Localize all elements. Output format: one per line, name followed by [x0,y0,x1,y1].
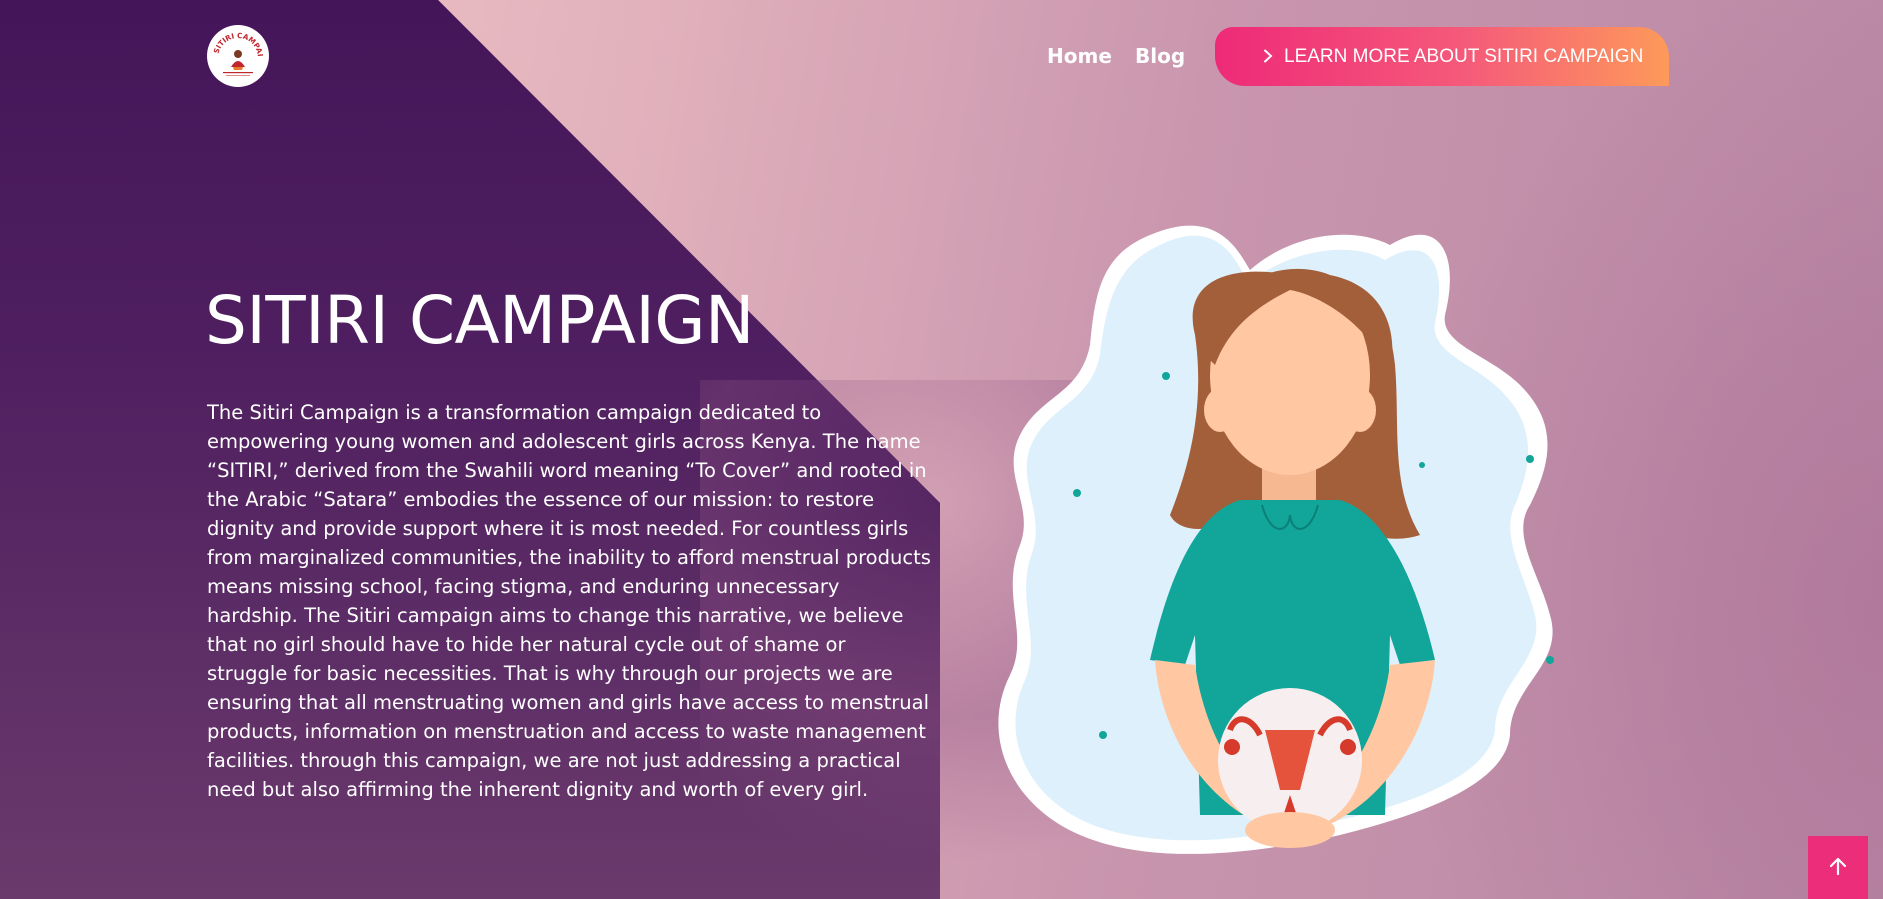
logo-icon: SITIRI CAMPAIGN [209,27,266,84]
nav-home-link[interactable]: Home [1047,44,1112,68]
hero-description: The Sitiri Campaign is a transformation … [207,401,931,801]
logo[interactable]: SITIRI CAMPAIGN [207,25,269,87]
scroll-to-top-button[interactable] [1808,836,1868,899]
woman-illustration [998,225,1554,854]
site-header: SITIRI CAMPAIGN Home Blog LEARN MORE ABO… [0,0,1883,112]
page-title: SITIRI CAMPAIGN [205,282,754,359]
learn-more-button[interactable]: LEARN MORE ABOUT SITIRI CAMPAIGN [1215,27,1669,86]
learn-more-label: LEARN MORE ABOUT SITIRI CAMPAIGN [1284,45,1644,67]
nav-blog-link[interactable]: Blog [1135,44,1185,68]
arrow-up-icon [1827,855,1849,880]
chevron-right-icon [1262,47,1274,67]
